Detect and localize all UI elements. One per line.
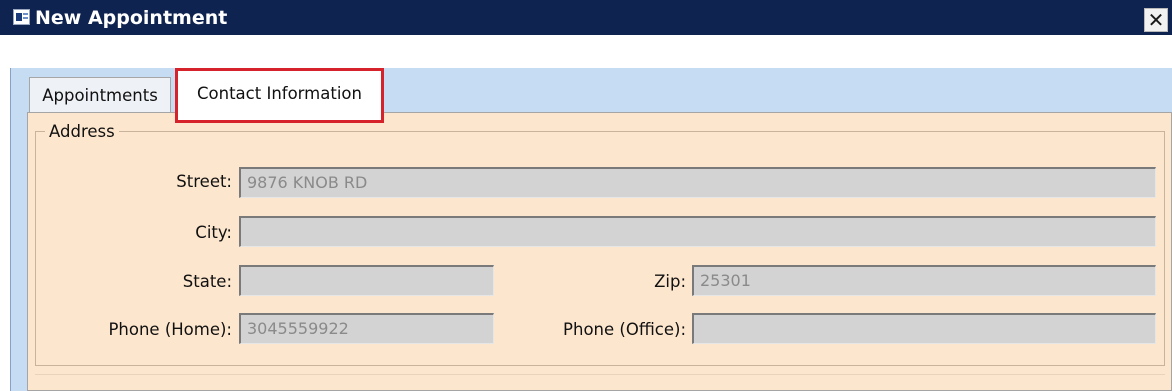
tab-contact-information[interactable]: Contact Information xyxy=(175,68,384,123)
tab-contact-information-label: Contact Information xyxy=(197,84,362,103)
tab-appointments[interactable]: Appointments xyxy=(29,77,171,113)
street-label: Street: xyxy=(176,172,232,191)
state-field[interactable] xyxy=(239,265,494,296)
zip-field[interactable]: 25301 xyxy=(692,265,1156,296)
address-group-label: Address xyxy=(45,120,119,144)
title-bar: New Appointment ✕ xyxy=(0,0,1172,37)
panel-divider xyxy=(35,374,1165,375)
phone-home-label: Phone (Home): xyxy=(108,320,232,339)
app-window-icon xyxy=(13,9,30,25)
window-title: New Appointment xyxy=(35,7,228,29)
state-label: State: xyxy=(182,272,232,291)
city-field[interactable] xyxy=(239,216,1156,247)
close-icon: ✕ xyxy=(1147,8,1165,32)
tab-strip: Appointments Contact Information xyxy=(10,68,1172,123)
street-field[interactable]: 9876 KNOB RD xyxy=(239,167,1156,198)
close-button[interactable]: ✕ xyxy=(1144,8,1168,32)
phone-home-field[interactable]: 3045559922 xyxy=(239,313,494,344)
city-label: City: xyxy=(195,223,232,242)
phone-office-field[interactable] xyxy=(692,313,1156,344)
phone-office-label: Phone (Office): xyxy=(563,320,686,339)
zip-label: Zip: xyxy=(654,272,686,291)
tab-appointments-label: Appointments xyxy=(42,86,158,105)
